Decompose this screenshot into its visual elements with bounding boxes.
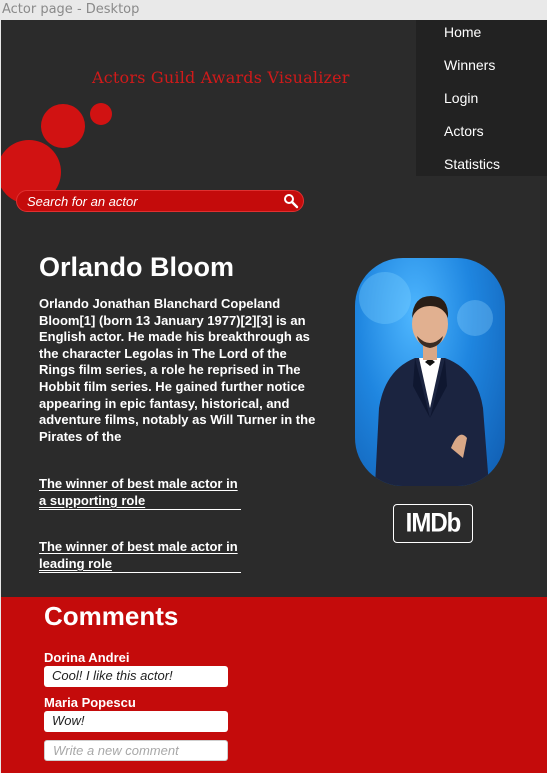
logo-circle-small — [90, 103, 112, 125]
nav-item-login[interactable]: Login — [444, 90, 478, 106]
nav-item-actors[interactable]: Actors — [444, 123, 484, 139]
site-title: Actors Guild Awards Visualizer — [92, 68, 350, 87]
nav-item-statistics[interactable]: Statistics — [444, 156, 500, 172]
actor-portrait-image — [359, 272, 493, 486]
actor-photo — [355, 258, 505, 486]
actor-page: Actors Guild Awards Visualizer Home Winn… — [1, 20, 547, 773]
imdb-label: IMDb — [405, 508, 462, 538]
search-icon[interactable] — [283, 193, 299, 209]
header: Actors Guild Awards Visualizer — [1, 20, 416, 204]
award-link-supporting[interactable]: The winner of best male actor in a suppo… — [39, 475, 241, 510]
search-input[interactable] — [27, 193, 277, 210]
main-nav: Home Winners Login Actors Statistics — [416, 20, 547, 176]
award-link-leading[interactable]: The winner of best male actor in leading… — [39, 538, 241, 573]
comments-section: Comments Dorina Andrei Cool! I like this… — [1, 597, 547, 773]
comment-author: Dorina Andrei — [44, 650, 130, 665]
nav-item-winners[interactable]: Winners — [444, 57, 495, 73]
comment-text: Wow! — [44, 711, 228, 732]
logo-circle-medium — [41, 104, 85, 148]
nav-item-home[interactable]: Home — [444, 24, 481, 40]
window-title: Actor page - Desktop — [2, 2, 140, 17]
actor-bio: Orlando Jonathan Blanchard Copeland Bloo… — [39, 296, 316, 444]
imdb-button[interactable]: IMDb — [393, 504, 473, 543]
search-bar — [16, 190, 304, 212]
comment-author: Maria Popescu — [44, 695, 136, 710]
comment-text: Cool! I like this actor! — [44, 666, 228, 687]
comments-title: Comments — [44, 601, 179, 631]
new-comment-input[interactable] — [44, 740, 228, 761]
actor-name: Orlando Bloom — [39, 252, 234, 282]
